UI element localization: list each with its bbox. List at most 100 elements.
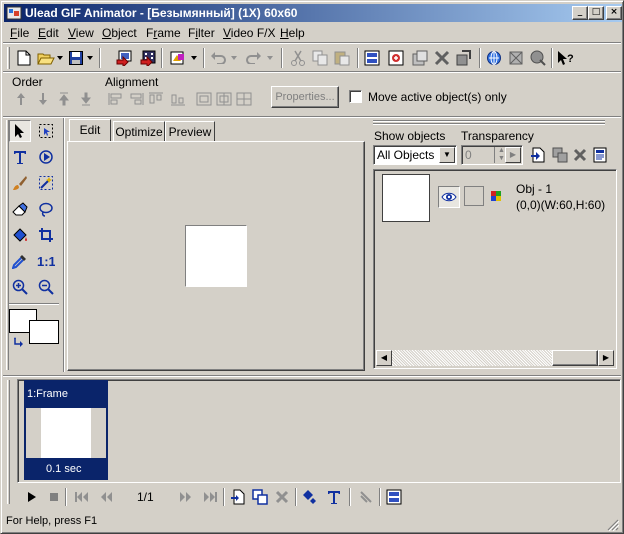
delete-frame-icon[interactable] — [273, 488, 291, 506]
add-frame-icon[interactable] — [229, 488, 247, 506]
copy-icon[interactable] — [311, 49, 329, 67]
preview-browser-icon[interactable] — [485, 49, 503, 67]
paint-bucket-tool-icon[interactable] — [9, 224, 31, 246]
menu-help[interactable]: Help — [280, 26, 305, 40]
last-frame-icon[interactable] — [201, 488, 219, 506]
menu-video-fx[interactable]: Video F/X — [223, 26, 276, 40]
actual-size-tool-icon[interactable]: 1:1 — [35, 250, 57, 272]
tween-icon[interactable] — [433, 49, 451, 67]
delete-frame-icon[interactable] — [411, 49, 429, 67]
toolbar-grip[interactable] — [7, 47, 10, 69]
tab-preview[interactable]: Preview — [165, 121, 215, 141]
minimize-button[interactable]: _ — [572, 6, 588, 20]
save-dropdown-icon[interactable] — [85, 49, 95, 67]
object-manager-grip[interactable] — [373, 120, 617, 126]
tween-icon[interactable] — [301, 488, 319, 506]
zoom-in-tool-icon[interactable] — [9, 276, 31, 298]
eraser-tool-icon[interactable] — [9, 198, 31, 220]
menu-view[interactable]: View — [68, 26, 94, 40]
new-object-icon[interactable] — [529, 146, 547, 164]
marquee-tool-icon[interactable] — [35, 120, 57, 142]
new-file-icon[interactable] — [15, 49, 33, 67]
open-dropdown-icon[interactable] — [55, 49, 65, 67]
open-file-icon[interactable] — [37, 49, 55, 67]
object-properties-icon[interactable] — [591, 146, 609, 164]
duplicate-frame-icon[interactable] — [455, 49, 473, 67]
align-center-horizontal-icon[interactable] — [195, 90, 213, 108]
redo-icon[interactable] — [245, 49, 263, 67]
menu-frame[interactable]: Frame — [146, 26, 181, 40]
duplicate-object-icon[interactable] — [551, 146, 569, 164]
frame-thumbnail-selected[interactable]: 1:Frame 0.1 sec — [24, 380, 108, 480]
bring-to-front-icon[interactable] — [55, 90, 73, 108]
pick-tool-icon[interactable] — [9, 120, 31, 142]
undo-icon[interactable] — [209, 49, 227, 67]
scroll-right-icon[interactable]: ▶ — [598, 350, 614, 366]
crop-tool-icon[interactable] — [35, 224, 57, 246]
send-to-back-icon[interactable] — [77, 90, 95, 108]
crop-icon[interactable] — [507, 49, 525, 67]
cut-icon[interactable] — [289, 49, 307, 67]
align-bottom-icon[interactable] — [169, 90, 187, 108]
previous-frame-icon[interactable] — [97, 488, 115, 506]
align-center-both-icon[interactable] — [235, 90, 253, 108]
resize-icon[interactable] — [529, 49, 547, 67]
optimize-dropdown-icon[interactable] — [189, 49, 199, 67]
menu-edit[interactable]: Edit — [38, 26, 59, 40]
menu-filter[interactable]: Filter — [188, 26, 215, 40]
chevron-down-icon[interactable]: ▼ — [439, 147, 455, 163]
frame-panel-grip[interactable] — [7, 380, 10, 504]
maximize-button[interactable]: □ — [588, 6, 604, 20]
title-bar[interactable]: Ulead GIF Animator - [Безымянный] (1X) 6… — [4, 4, 622, 22]
play-icon[interactable] — [23, 488, 41, 506]
lock-toggle[interactable] — [464, 186, 484, 206]
stop-icon[interactable] — [45, 488, 63, 506]
background-color-swatch[interactable] — [29, 320, 59, 344]
show-objects-select[interactable]: All Objects ▼ — [373, 145, 457, 165]
paintbrush-tool-icon[interactable] — [9, 172, 31, 194]
align-center-vertical-icon[interactable] — [215, 90, 233, 108]
move-active-checkbox[interactable] — [349, 90, 362, 103]
optimize-icon[interactable] — [169, 49, 187, 67]
canvas[interactable] — [185, 225, 247, 287]
reverse-frame-order-icon[interactable] — [357, 488, 375, 506]
text-banner-icon[interactable] — [325, 488, 343, 506]
frame-properties-icon[interactable] — [385, 488, 403, 506]
undo-dropdown-icon[interactable] — [229, 49, 239, 67]
add-images-icon[interactable] — [115, 49, 133, 67]
bring-forward-icon[interactable] — [12, 90, 30, 108]
next-frame-icon[interactable] — [177, 488, 195, 506]
context-help-icon[interactable]: ? — [557, 49, 575, 67]
align-top-icon[interactable] — [147, 90, 165, 108]
move-tool-icon[interactable] — [35, 146, 57, 168]
eyedropper-tool-icon[interactable] — [9, 250, 31, 272]
transparency-input[interactable]: 0 ▲ ▼ ▶ — [461, 145, 523, 165]
delete-object-icon[interactable] — [571, 146, 589, 164]
transparency-dropdown-icon[interactable]: ▶ — [505, 147, 521, 163]
align-right-icon[interactable] — [127, 90, 145, 108]
tab-optimize[interactable]: Optimize — [113, 121, 165, 141]
add-video-icon[interactable] — [139, 49, 157, 67]
menu-file[interactable]: File — [10, 26, 29, 40]
scrollbar-track[interactable] — [392, 350, 552, 366]
save-icon[interactable] — [67, 49, 85, 67]
zoom-out-tool-icon[interactable] — [35, 276, 57, 298]
visibility-toggle[interactable] — [438, 186, 460, 208]
align-left-icon[interactable] — [107, 90, 125, 108]
magic-wand-tool-icon[interactable] — [35, 172, 57, 194]
paste-icon[interactable] — [333, 49, 351, 67]
scroll-left-icon[interactable]: ◀ — [376, 350, 392, 366]
lasso-tool-icon[interactable] — [35, 198, 57, 220]
swap-colors-icon[interactable] — [13, 336, 25, 348]
frame-delay[interactable]: 0.1 sec — [46, 463, 81, 475]
first-frame-icon[interactable] — [73, 488, 91, 506]
resize-grip-icon[interactable] — [605, 517, 620, 532]
close-button[interactable]: × — [606, 6, 622, 20]
add-frame-icon[interactable] — [387, 49, 405, 67]
object-list-scrollbar[interactable]: ◀ ▶ — [376, 350, 614, 366]
duplicate-frame-icon[interactable] — [251, 488, 269, 506]
frame-properties-icon[interactable] — [363, 49, 381, 67]
text-tool-icon[interactable] — [9, 146, 31, 168]
redo-dropdown-icon[interactable] — [265, 49, 275, 67]
object-list-item[interactable]: Obj - 1 (0,0)(W:60,H:60) — [376, 172, 614, 226]
